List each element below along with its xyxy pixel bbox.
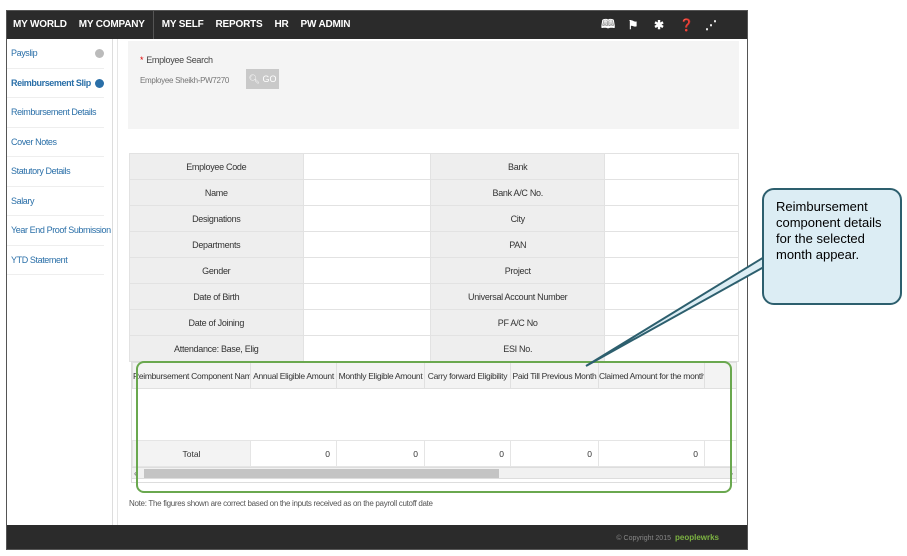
sidebar-item-statutory-details[interactable]: Statutory Details [7,157,104,187]
sidebar: Payslip Reimbursement Slip Reimbursement… [7,39,113,525]
search-label-text: Employee Search [146,55,213,65]
sidebar-item-ytd-statement[interactable]: YTD Statement [7,246,104,275]
field-value [604,153,739,180]
search-icon: 🔍︎ [248,73,260,84]
expand-dot-icon[interactable] [95,49,104,58]
field-label: Designations [129,205,304,232]
field-value [604,257,739,284]
sidebar-item-salary[interactable]: Salary [7,187,104,216]
field-label: City [430,205,605,232]
flag-icon[interactable]: ⚑ [627,18,639,32]
sidebar-item-label: Statutory Details [11,166,71,177]
field-value [604,205,739,232]
field-value [302,283,432,310]
nav-my-self[interactable]: MY SELF [156,11,210,39]
callout-text: Reimbursement component details for the … [776,199,882,262]
field-value [604,231,739,258]
sidebar-item-reimbursement-slip[interactable]: Reimbursement Slip [7,69,104,98]
sidebar-item-cover-notes[interactable]: Cover Notes [7,128,104,157]
divider [117,39,118,525]
sidebar-item-payslip[interactable]: Payslip [7,39,104,69]
field-label: Date of Joining [129,309,304,336]
table-row: Name Bank A/C No. [129,179,739,206]
field-value [604,283,739,310]
field-value [302,231,432,258]
table-row: Departments PAN [129,231,739,258]
table-row: Attendance: Base, Elig ESI No. [129,335,739,362]
field-value [604,335,739,362]
nav-my-company[interactable]: MY COMPANY [73,11,151,39]
callout-box: Reimbursement component details for the … [762,188,902,305]
field-value [302,153,432,180]
table-row: Date of Birth Universal Account Number [129,283,739,310]
field-value [302,309,432,336]
nav-pw-admin[interactable]: PW ADMIN [295,11,357,39]
nav-hr[interactable]: HR [268,11,294,39]
help-icon[interactable]: ❓ [679,18,694,32]
field-label: ESI No. [430,335,605,362]
field-value [302,257,432,284]
payroll-note: Note: The figures shown are correct base… [129,499,433,508]
go-label: GO [262,73,277,84]
sidebar-item-year-end-proof[interactable]: Year End Proof Submission [7,216,111,246]
sidebar-item-label: Cover Notes [11,136,57,147]
field-label: Gender [129,257,304,284]
asterisk-icon[interactable]: ✱ [653,18,665,32]
sidebar-item-label: Reimbursement Slip [11,77,91,88]
field-label: PAN [430,231,605,258]
book-icon[interactable]: 🕮 [601,15,615,36]
employee-info-table: Employee Code Bank Name Bank A/C No. Designa… [129,153,739,362]
nav-icon-bar: 🕮 ⚑ ✱ ❓ ⋰ [601,11,717,39]
sidebar-item-reimbursement-details[interactable]: Reimbursement Details [7,98,104,128]
field-label: Name [129,179,304,206]
field-label: Bank A/C No. [430,179,605,206]
top-navigation: MY WORLD MY COMPANY MY SELF REPORTS HR P… [7,11,747,39]
field-value [302,335,432,362]
nav-group-left: MY WORLD MY COMPANY [7,11,151,39]
field-label: Attendance: Base, Elig [129,335,304,362]
sidebar-item-label: Salary [11,195,35,206]
highlight-box [136,361,732,493]
employee-search-panel: *Employee Search 🔍︎ GO [128,41,739,129]
sidebar-item-label: YTD Statement [11,254,68,265]
nav-reports[interactable]: REPORTS [210,11,269,39]
search-label: * Employee Search [140,55,213,65]
employee-search-input[interactable] [140,71,240,89]
field-value [604,179,739,206]
table-row: Employee Code Bank [129,153,739,180]
nav-my-world[interactable]: MY WORLD [7,11,73,39]
field-label: Universal Account Number [430,283,605,310]
nav-group-right: MY SELF REPORTS HR PW ADMIN [156,11,356,39]
field-label: Date of Birth [129,283,304,310]
required-marker: * [140,55,144,65]
field-label: Employee Code [129,153,304,180]
share-icon[interactable]: ⋰ [705,18,717,32]
table-row: Gender Project [129,257,739,284]
copyright: © Copyright 2015 peoplewrks [616,533,719,542]
field-label: Departments [129,231,304,258]
field-label: PF A/C No [430,309,605,336]
field-label: Project [430,257,605,284]
table-row: Designations City [129,205,739,232]
copyright-text: © Copyright 2015 [616,535,671,542]
field-value [302,179,432,206]
sidebar-item-label: Year End Proof Submission [11,225,111,236]
sidebar-item-label: Payslip [11,48,38,59]
expand-dot-icon[interactable] [95,78,104,88]
sidebar-item-label: Reimbursement Details [11,107,97,118]
table-row: Date of Joining PF A/C No [129,309,739,336]
field-value [604,309,739,336]
field-value [302,205,432,232]
brand-logo: peoplewrks [674,533,719,542]
nav-divider [152,11,154,39]
go-button[interactable]: 🔍︎ GO [246,69,279,89]
field-label: Bank [430,153,605,180]
footer: © Copyright 2015 peoplewrks [7,525,747,549]
